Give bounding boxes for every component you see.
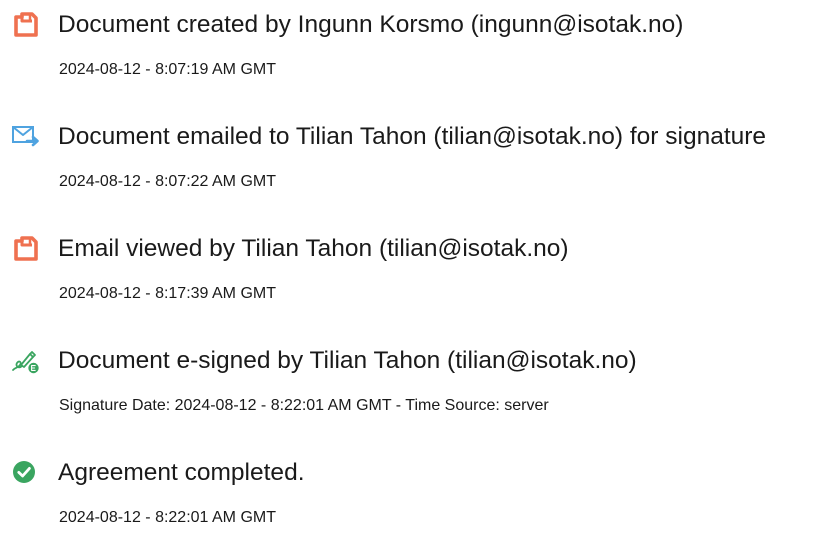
history-event-signed: Document e-signed by Tilian Tahon (tilia…	[0, 336, 833, 416]
event-title: Email viewed by Tilian Tahon (tilian@iso…	[58, 235, 569, 262]
event-title: Agreement completed.	[58, 459, 305, 486]
e-signed-icon	[10, 345, 40, 375]
event-title: Document created by Ingunn Korsmo (ingun…	[58, 11, 684, 38]
history-event-completed: Agreement completed. 2024-08-12 - 8:22:0…	[0, 448, 833, 528]
audit-history-list: Document created by Ingunn Korsmo (ingun…	[0, 0, 833, 538]
event-timestamp: 2024-08-12 - 8:22:01 AM GMT	[59, 509, 276, 526]
event-signature-date: Signature Date: 2024-08-12 - 8:22:01 AM …	[59, 397, 549, 414]
event-timestamp: 2024-08-12 - 8:17:39 AM GMT	[59, 285, 276, 302]
document-created-icon	[10, 9, 40, 39]
event-timestamp: 2024-08-12 - 8:07:19 AM GMT	[59, 61, 276, 78]
history-event-viewed: Email viewed by Tilian Tahon (tilian@iso…	[0, 224, 833, 304]
event-title: Document e-signed by Tilian Tahon (tilia…	[58, 347, 637, 374]
event-title: Document emailed to Tilian Tahon (tilian…	[58, 123, 767, 150]
history-event-emailed: Document emailed to Tilian Tahon (tilian…	[0, 112, 833, 192]
email-viewed-icon	[10, 233, 40, 263]
document-emailed-icon	[10, 121, 40, 151]
history-event-created: Document created by Ingunn Korsmo (ingun…	[0, 0, 833, 80]
agreement-completed-icon	[10, 457, 40, 487]
event-timestamp: 2024-08-12 - 8:07:22 AM GMT	[59, 173, 276, 190]
